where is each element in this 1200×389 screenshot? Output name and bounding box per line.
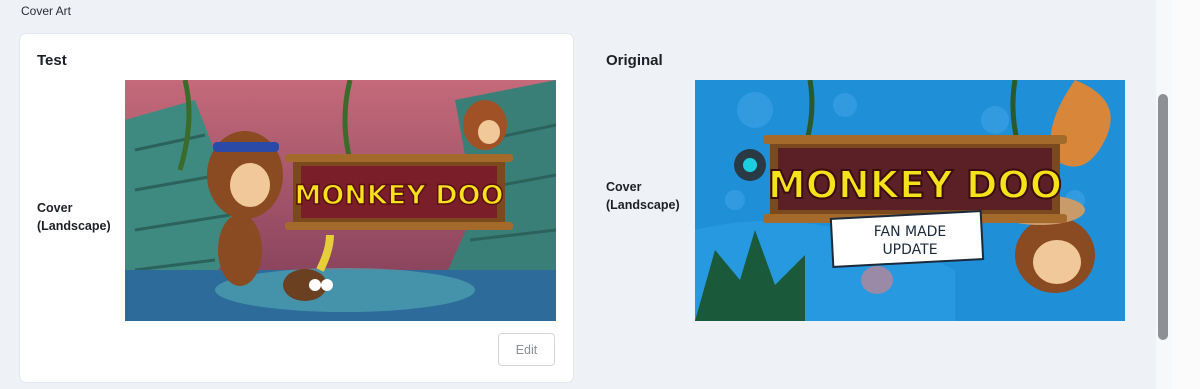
original-cover-art-svg: MONKEY DOO FAN MADE UPDATE: [695, 80, 1125, 321]
title-sign: MONKEY DOO: [285, 154, 513, 230]
original-art-subtitle-1: FAN MADE: [874, 224, 947, 240]
scrollbar-thumb[interactable]: [1158, 94, 1168, 340]
original-field-label-line2: (Landscape): [606, 198, 680, 212]
original-card: Original Cover (Landscape) MONKEY DOO FA…: [590, 34, 1140, 382]
original-cover-image[interactable]: MONKEY DOO FAN MADE UPDATE: [695, 80, 1125, 321]
test-cover-art-svg: MONKEY DOO: [125, 80, 556, 321]
test-cover-image[interactable]: MONKEY DOO: [125, 80, 556, 321]
test-card-title: Test: [37, 52, 67, 69]
cover-art-section: Cover Art Test Cover (Landscape) MONKEY …: [0, 0, 1156, 389]
original-field-label: Cover (Landscape): [606, 178, 680, 214]
right-edge-strip: [1172, 0, 1200, 389]
original-field-label-line1: Cover: [606, 180, 642, 194]
rock-creature: [861, 266, 893, 294]
test-field-label: Cover (Landscape): [37, 199, 111, 235]
subtitle-paper: FAN MADE UPDATE: [829, 210, 985, 268]
title-sign: MONKEY DOO: [763, 135, 1067, 223]
test-card: Test Cover (Landscape) MONKEY DOO Edit: [20, 34, 573, 382]
edit-button[interactable]: Edit: [498, 333, 555, 366]
test-art-title: MONKEY DOO: [294, 180, 503, 211]
section-label: Cover Art: [21, 4, 72, 18]
original-card-title: Original: [606, 52, 663, 69]
test-field-label-line1: Cover: [37, 201, 73, 215]
original-art-subtitle-2: UPDATE: [882, 242, 937, 258]
original-art-title: MONKEY DOO: [768, 163, 1062, 207]
test-field-label-line2: (Landscape): [37, 219, 111, 233]
